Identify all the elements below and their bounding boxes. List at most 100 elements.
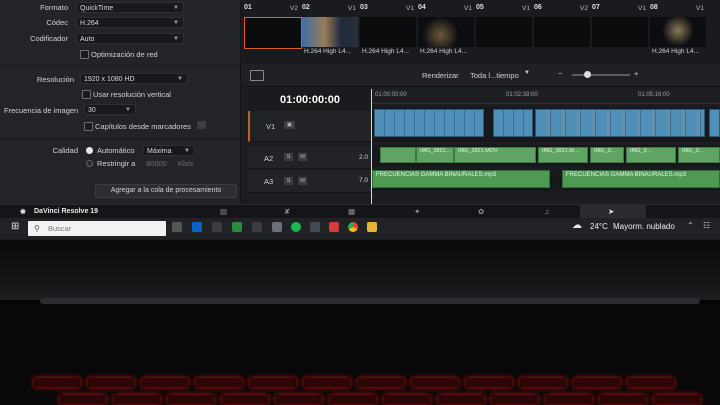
spotify-icon[interactable] [291,222,301,232]
encoder-label: Codificador [30,34,68,43]
network-opt-checkbox[interactable] [80,50,89,59]
weather-temp[interactable]: 24°C [590,222,608,231]
audio-clip[interactable]: IMG_3... [590,147,624,163]
resolution-select[interactable]: 1920 x 1080 HD ▼ [80,73,188,84]
mute-button[interactable]: M [298,153,307,161]
audio-clip[interactable]: FRECUENCIAS GAMMA BINAURALES.mp3 [562,170,720,188]
weather-desc[interactable]: Mayorm. nublado [613,222,675,231]
zoom-slider[interactable] [572,74,630,76]
audio-clip[interactable]: FRECUENCIAS GAMMA BINAURALES.mp3 [372,170,550,188]
color-page-icon[interactable]: ✿ [478,207,484,216]
add-to-queue-button[interactable]: Agregar a la cola de procesamiento [95,184,237,198]
playhead[interactable] [371,89,372,204]
track-header-v1[interactable]: V1 ▣ [248,111,372,142]
keyboard-key [438,395,484,404]
render-settings-panel: Formato QuickTime ▼ Códec H.264 ▼ Codifica… [0,0,241,204]
track-header-a3[interactable]: A3 S M 7.0 [248,170,372,193]
deliver-page-icon[interactable]: ➤ [608,207,614,216]
restrict-radio[interactable] [86,160,93,167]
track-lane-v1[interactable] [372,107,720,142]
video-clip[interactable] [374,109,484,137]
format-select[interactable]: QuickTime ▼ [76,2,184,13]
clip-image [360,17,416,47]
chapters-checkbox[interactable] [84,122,93,131]
chevron-down-icon: ▼ [173,36,179,42]
render-range-select[interactable]: Toda l...tiempo [470,71,519,80]
audio-clip[interactable]: IMG_3921.MOV [454,147,536,163]
app-icon[interactable] [252,222,262,232]
edit-page-icon[interactable]: ▦ [348,207,355,216]
render-label: Renderizar [422,71,459,80]
app-icon[interactable] [192,222,202,232]
video-clip[interactable] [493,109,533,137]
windows-start-icon[interactable]: ⊞ [11,221,19,232]
app-icon[interactable] [310,222,320,232]
chevron-down-icon: ▼ [125,107,131,113]
davinci-page-bar: ❋ DaVinci Resolve 19 ▤ ✘ ▦ ✦ ✿ ♫ ➤ [0,204,720,219]
task-view-icon[interactable] [172,222,182,232]
clips-strip: 01 V2 02 V1 H.264 High L4... 03 V1 H.264 Hi… [242,0,720,62]
audio-clip[interactable]: IMG_3... [626,147,676,163]
zoom-in-icon[interactable]: + [634,69,638,78]
clip-thumbnail[interactable]: 07 V1 [592,4,648,52]
clip-number: 04 [418,4,426,11]
video-clip[interactable] [709,109,720,137]
taskbar-search-input[interactable]: ⚲ Buscar [28,221,166,236]
track-lane-a2[interactable]: IMG_3921... IMG_3921.MOV IMG_3921.M... I… [372,145,720,167]
solo-button[interactable]: S [284,153,293,161]
clip-name: H.264 High L4... [652,48,699,55]
chrome-icon[interactable] [348,222,358,232]
audio-clip[interactable]: IMG_3921.M... [538,147,588,163]
video-clip[interactable] [535,109,705,137]
clip-track: V2 [580,5,588,12]
keyboard-key [412,378,458,387]
clip-thumbnail[interactable]: 01 V2 [244,4,302,52]
mute-button[interactable]: M [298,177,307,185]
framerate-select[interactable]: 30 ▼ [84,104,136,115]
zoom-slider-handle[interactable] [584,71,591,78]
app-icon[interactable] [329,222,339,232]
fairlight-page-icon[interactable]: ♫ [544,207,550,216]
davinci-logo-icon: ❋ [20,209,26,216]
tray-chevron-icon[interactable]: ⌃ [687,221,694,230]
zoom-out-icon[interactable]: − [558,69,562,78]
timeline-ruler[interactable]: 01:00:00:00 01:02:38:00 01:05:16:00 [372,89,720,104]
clip-thumbnail[interactable]: 04 V1 H.264 High L4... [418,4,474,55]
clip-thumbnail[interactable]: 03 V1 H.264 High L4... [360,4,416,55]
media-page-icon[interactable]: ▤ [220,207,227,216]
encoder-select[interactable]: Auto ▼ [76,33,184,44]
keyboard-key [358,378,404,387]
chevron-down-icon[interactable]: ▼ [524,70,530,76]
app-icon[interactable] [212,222,222,232]
clip-thumbnail[interactable]: 05 V1 [476,4,532,52]
cut-page-icon[interactable]: ✘ [284,207,290,216]
vertical-res-checkbox[interactable] [82,90,91,99]
timeline-options-icon[interactable] [250,70,264,81]
quality-select[interactable]: Máxima ▼ [143,145,195,156]
audio-clip[interactable]: IMG_3921... [416,147,454,163]
track-header-a2[interactable]: A2 S M 2.0 [248,146,372,169]
clip-thumbnail[interactable]: 08 V1 H.264 High L4... [650,4,706,55]
network-icon[interactable]: ☷ [703,221,710,230]
track-lane-a3[interactable]: FRECUENCIAS GAMMA BINAURALES.mp3 FRECUEN… [372,169,720,191]
fusion-page-icon[interactable]: ✦ [414,207,420,216]
ruler-tick-label: 01:00:00:00 [375,92,407,98]
clip-thumbnail[interactable]: 02 V1 H.264 High L4... [302,4,358,55]
clip-image [418,17,474,47]
clip-number: 07 [592,4,600,11]
app-icon[interactable] [232,222,242,232]
audio-clip[interactable] [380,147,416,163]
search-placeholder: Buscar [48,224,72,233]
restrict-value[interactable]: 80000 [146,159,167,168]
folder-icon[interactable] [367,222,377,232]
codec-select[interactable]: H.264 ▼ [76,17,184,28]
audio-clip-name: IMG_3... [594,148,616,154]
clip-track: V1 [348,5,356,12]
solo-button[interactable]: S [284,177,293,185]
film-icon[interactable]: ▣ [284,121,295,129]
quality-auto-radio[interactable] [86,147,93,154]
download-icon[interactable] [272,222,282,232]
marker-color-swatch[interactable] [197,121,206,129]
audio-clip[interactable]: IMG_3... [678,147,720,163]
clip-thumbnail[interactable]: 06 V2 [534,4,590,52]
